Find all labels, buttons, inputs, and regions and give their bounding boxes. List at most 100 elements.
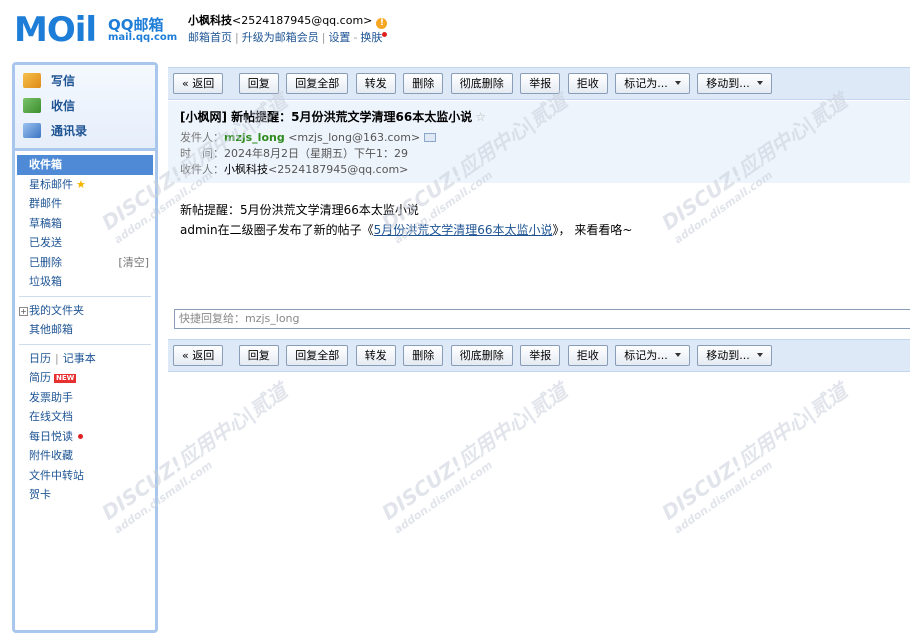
delete-permanently-button[interactable]: 彻底删除 bbox=[450, 73, 513, 94]
chevron-down-icon bbox=[674, 353, 681, 357]
sidebar-item-resume[interactable]: 简历 NEW bbox=[15, 368, 155, 388]
daily-read-label: 每日悦读 bbox=[29, 429, 73, 443]
chevron-down-icon bbox=[756, 353, 763, 357]
move-to-label: 移动到... bbox=[706, 77, 750, 90]
move-to-dropdown[interactable]: 移动到... bbox=[697, 73, 772, 94]
sidebar-item-inbox[interactable]: 收件箱 bbox=[17, 155, 153, 175]
reject-button[interactable]: 拒收 bbox=[567, 345, 608, 366]
sidebar-item-deleted[interactable]: 已删除 [清空] bbox=[15, 253, 155, 273]
back-button[interactable]: « 返回 bbox=[173, 345, 224, 366]
bottom-toolbar: « 返回 回复 回复全部 转发 删除 彻底删除 举报 拒收 标记为... 移动到… bbox=[168, 339, 910, 372]
report-button[interactable]: 举报 bbox=[520, 345, 561, 366]
delete-button[interactable]: 删除 bbox=[403, 73, 444, 94]
sender-label: 发件人： bbox=[180, 131, 224, 144]
notepad-link[interactable]: 记事本 bbox=[63, 352, 96, 365]
link-upgrade[interactable]: 升级为邮箱会员 bbox=[242, 31, 319, 44]
qq-mail-logo[interactable]: MOil QQ邮箱 mail.qq.com bbox=[14, 10, 178, 50]
delete-button[interactable]: 删除 bbox=[403, 345, 444, 366]
forward-button[interactable]: 转发 bbox=[355, 345, 396, 366]
notification-dot bbox=[78, 433, 83, 439]
calendar-link[interactable]: 日历 bbox=[29, 352, 51, 365]
sidebar-item-other-mailbox[interactable]: 其他邮箱 bbox=[15, 320, 155, 340]
sidebar-item-calendar-notepad: 日历 | 记事本 bbox=[29, 351, 96, 365]
body-text: admin在二级圈子发布了新的帖子《 bbox=[180, 223, 374, 237]
forward-button[interactable]: 转发 bbox=[355, 73, 396, 94]
recipient-name: 小枫科技 bbox=[224, 163, 268, 176]
reply-button[interactable]: 回复 bbox=[238, 73, 279, 94]
sidebar: 写信 收信 通讯录 收件箱 星标邮件 ★ 群邮件 草稿箱 已发送 已删除 [清空] … bbox=[12, 62, 158, 633]
sidebar-item-cards[interactable]: 贺卡 bbox=[15, 485, 155, 505]
body-line-1: 新帖提醒：5月份洪荒文学清理66本太监小说 bbox=[180, 203, 419, 217]
link-settings[interactable]: 设置 bbox=[328, 31, 350, 44]
sidebar-item-spam[interactable]: 垃圾箱 bbox=[15, 272, 155, 292]
top-toolbar: « 返回 回复 回复全部 转发 删除 彻底删除 举报 拒收 标记为... 移动到… bbox=[168, 67, 910, 100]
link-home[interactable]: 邮箱首页 bbox=[188, 31, 232, 44]
compose-button[interactable]: 写信 bbox=[23, 69, 155, 94]
starred-label: 星标邮件 bbox=[29, 177, 73, 191]
reject-button[interactable]: 拒收 bbox=[567, 73, 608, 94]
chevron-down-icon bbox=[674, 81, 681, 85]
mail-body: 新帖提醒：5月份洪荒文学清理66本太监小说 admin在二级圈子发布了新的帖子《… bbox=[180, 200, 632, 240]
new-badge: NEW bbox=[54, 374, 77, 383]
address-book-icon bbox=[23, 123, 41, 138]
move-to-label: 移动到... bbox=[706, 349, 750, 362]
sidebar-item-drafts[interactable]: 草稿箱 bbox=[15, 214, 155, 234]
receive-button[interactable]: 收信 bbox=[23, 94, 155, 119]
compose-label: 写信 bbox=[51, 74, 76, 88]
reply-button[interactable]: 回复 bbox=[238, 345, 279, 366]
sidebar-item-attachments[interactable]: 附件收藏 bbox=[15, 446, 155, 466]
clear-deleted-link[interactable]: [清空] bbox=[118, 253, 149, 273]
quick-reply-input[interactable]: 快捷回复给：mzjs_long bbox=[174, 309, 910, 329]
body-line-2: admin在二级圈子发布了新的帖子《5月份洪荒文学清理66本太监小说》， 来看看… bbox=[180, 220, 632, 240]
back-button[interactable]: « 返回 bbox=[173, 73, 224, 94]
logo-url: mail.qq.com bbox=[108, 32, 178, 43]
sidebar-item-my-folders[interactable]: + 我的文件夹 bbox=[15, 301, 155, 321]
subject-text: [小枫网] 新帖提醒：5月份洪荒文学清理66本太监小说 bbox=[180, 110, 473, 124]
account-info: 小枫科技<2524187945@qq.com>! bbox=[188, 12, 388, 29]
time-label: 时 间： bbox=[180, 147, 224, 160]
delete-permanently-button[interactable]: 彻底删除 bbox=[450, 345, 513, 366]
contacts-label: 通讯录 bbox=[51, 124, 88, 138]
logo-wordmark: MOil bbox=[14, 10, 97, 50]
star-icon: ★ bbox=[76, 177, 86, 191]
star-outline-icon[interactable]: ☆ bbox=[475, 110, 486, 124]
post-link[interactable]: 5月份洪荒文学清理66本太监小说 bbox=[374, 223, 553, 237]
sidebar-item-sent[interactable]: 已发送 bbox=[15, 233, 155, 253]
sidebar-item-daily-read[interactable]: 每日悦读 bbox=[15, 427, 155, 447]
recipient-label: 收件人： bbox=[180, 163, 224, 176]
sender-name[interactable]: mzjs_long bbox=[224, 131, 285, 144]
sender-address: <mzjs_long@163.com> bbox=[288, 131, 421, 144]
mark-as-dropdown[interactable]: 标记为... bbox=[615, 73, 690, 94]
resume-label: 简历 bbox=[29, 371, 51, 384]
reply-all-button[interactable]: 回复全部 bbox=[286, 345, 349, 366]
divider bbox=[19, 295, 151, 297]
account-name: 小枫科技 bbox=[188, 14, 232, 27]
mark-as-dropdown[interactable]: 标记为... bbox=[615, 345, 690, 366]
expand-icon[interactable]: + bbox=[19, 306, 28, 316]
sidebar-item-starred[interactable]: 星标邮件 ★ bbox=[15, 175, 155, 195]
sidebar-item-group-mail[interactable]: 群邮件 bbox=[15, 194, 155, 214]
warning-icon[interactable]: ! bbox=[376, 18, 388, 29]
time-value: 2024年8月2日（星期五）下午1：29 bbox=[224, 147, 408, 160]
divider bbox=[19, 343, 151, 345]
link-skin[interactable]: 换肤 bbox=[360, 31, 382, 44]
notification-dot bbox=[382, 32, 388, 37]
contacts-button[interactable]: 通讯录 bbox=[23, 119, 155, 144]
move-to-dropdown[interactable]: 移动到... bbox=[697, 345, 772, 366]
receive-label: 收信 bbox=[51, 99, 76, 113]
recipient-address: <2524187945@qq.com> bbox=[268, 163, 409, 176]
sender-row: 发件人：mzjs_long <mzjs_long@163.com> bbox=[180, 130, 910, 146]
mail-subject: [小枫网] 新帖提醒：5月份洪荒文学清理66本太监小说 ☆ bbox=[180, 108, 910, 125]
sidebar-item-online-docs[interactable]: 在线文档 bbox=[15, 407, 155, 427]
chevron-down-icon bbox=[756, 81, 763, 85]
reply-all-button[interactable]: 回复全部 bbox=[286, 73, 349, 94]
mail-meta: 发件人：mzjs_long <mzjs_long@163.com> 时 间：20… bbox=[180, 130, 910, 178]
report-button[interactable]: 举报 bbox=[520, 73, 561, 94]
sidebar-item-invoice[interactable]: 发票助手 bbox=[15, 388, 155, 408]
contact-card-icon[interactable] bbox=[424, 133, 437, 142]
account-email: <2524187945@qq.com> bbox=[232, 14, 373, 27]
pencil-paper-icon bbox=[23, 73, 41, 88]
deleted-label: 已删除 bbox=[29, 255, 62, 269]
recipient-row: 收件人：小枫科技<2524187945@qq.com> bbox=[180, 162, 910, 178]
sidebar-item-file-transfer[interactable]: 文件中转站 bbox=[15, 466, 155, 486]
